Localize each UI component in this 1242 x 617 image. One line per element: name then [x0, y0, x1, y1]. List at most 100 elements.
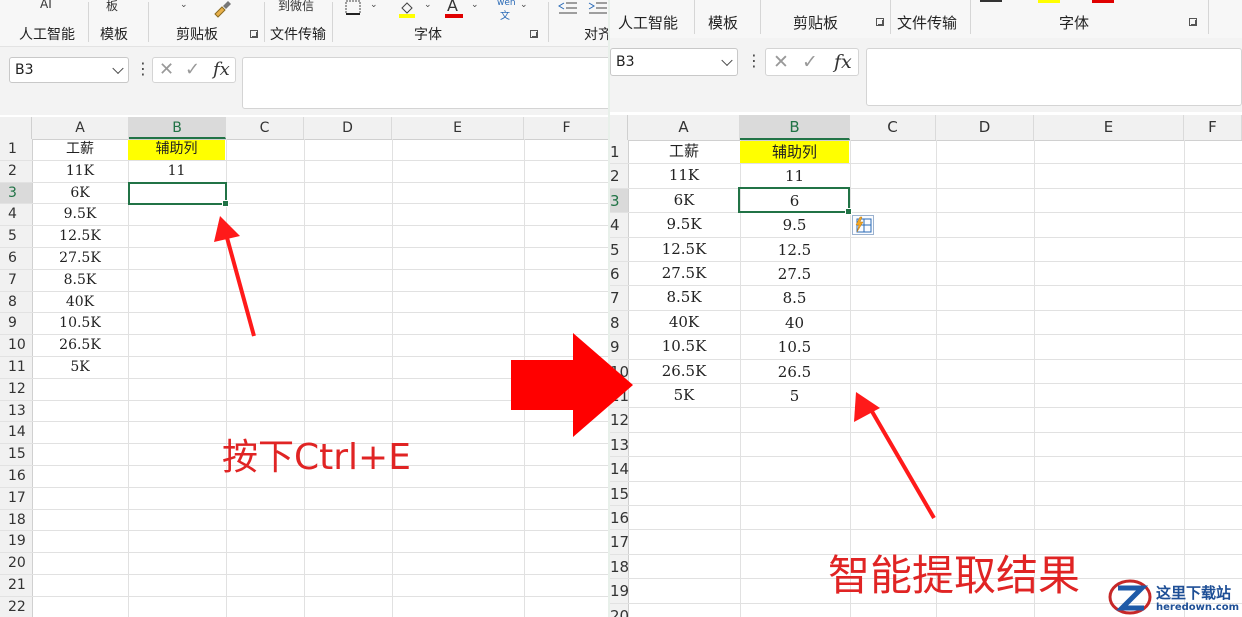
font-color-icon[interactable]: A: [447, 0, 458, 15]
group-font[interactable]: 字体: [414, 24, 442, 44]
cell-b10[interactable]: 26.5: [740, 361, 849, 383]
name-box-dropdown-icon[interactable]: [721, 54, 733, 67]
format-painter-icon[interactable]: [212, 0, 234, 18]
cell-a4[interactable]: 9.5K: [32, 204, 128, 225]
dropdown-arrow-icon[interactable]: ⌄: [180, 0, 188, 10]
clipboard-launcher-icon[interactable]: [876, 18, 884, 26]
cell-a6[interactable]: 27.5K: [32, 248, 128, 269]
clipboard-launcher-icon[interactable]: [250, 30, 258, 38]
cell-a10[interactable]: 26.5K: [32, 335, 128, 356]
row-header-11[interactable]: 11: [0, 357, 32, 379]
row-header-21[interactable]: 21: [0, 575, 32, 597]
cell-a7[interactable]: 8.5K: [32, 270, 128, 291]
column-header-f[interactable]: F: [524, 117, 610, 139]
flash-fill-options-icon[interactable]: [852, 215, 874, 235]
group-align[interactable]: 对齐: [584, 24, 610, 44]
row-header-16[interactable]: 16: [610, 506, 629, 531]
group-template[interactable]: 模板: [708, 12, 738, 33]
row-header-19[interactable]: 19: [0, 531, 32, 554]
row-header-14[interactable]: 14: [610, 457, 629, 482]
row-header-8[interactable]: 8: [0, 292, 32, 314]
active-cell-b3[interactable]: [738, 187, 852, 215]
row-header-17[interactable]: 17: [0, 488, 32, 510]
row-header-8[interactable]: 8: [610, 311, 628, 336]
row-header-10[interactable]: 10: [0, 335, 32, 357]
column-header-b[interactable]: B: [740, 115, 850, 140]
fill-handle[interactable]: [222, 200, 229, 207]
header-cell-helper[interactable]: 辅助列: [740, 141, 849, 164]
row-header-12[interactable]: 12: [0, 379, 32, 401]
font-launcher-icon[interactable]: [1189, 18, 1197, 26]
column-header-a[interactable]: A: [628, 115, 740, 140]
cell-a5[interactable]: 12.5K: [628, 238, 740, 261]
group-ai[interactable]: 人工智能: [19, 24, 75, 44]
row-header-5[interactable]: 5: [610, 238, 628, 262]
more-dots-icon[interactable]: ⋮: [746, 51, 762, 70]
row-header-22[interactable]: 22: [0, 597, 32, 617]
row-header-20[interactable]: 20: [610, 604, 629, 617]
cell-b11[interactable]: 5: [740, 385, 849, 407]
column-header-a[interactable]: A: [32, 117, 129, 139]
cell-b9[interactable]: 10.5: [740, 336, 849, 358]
cell-b8[interactable]: 40: [740, 312, 849, 334]
column-header-f[interactable]: F: [1184, 115, 1242, 140]
cell-a3[interactable]: 6K: [32, 183, 128, 204]
name-box[interactable]: B3: [9, 57, 129, 83]
phonetic-dropdown-icon[interactable]: ⌄: [520, 0, 528, 10]
cell-a9[interactable]: 10.5K: [32, 313, 128, 334]
select-all-corner[interactable]: [610, 115, 628, 140]
cell-a8[interactable]: 40K: [32, 292, 128, 313]
column-header-b[interactable]: B: [129, 117, 226, 139]
name-box[interactable]: B3: [610, 48, 738, 76]
cell-a2[interactable]: 11K: [628, 164, 740, 187]
row-header-9[interactable]: 9: [0, 313, 32, 336]
cell-b7[interactable]: 8.5: [740, 287, 849, 309]
row-header-15[interactable]: 15: [0, 444, 32, 466]
cell-a3[interactable]: 6K: [628, 189, 740, 212]
indent-increase-icon[interactable]: [588, 0, 608, 16]
row-header-18[interactable]: 18: [0, 510, 32, 532]
more-dots-icon[interactable]: ⋮: [135, 59, 151, 78]
row-header-7[interactable]: 7: [0, 270, 32, 292]
row-header-17[interactable]: 17: [610, 530, 629, 555]
row-header-1[interactable]: 1: [0, 139, 32, 161]
confirm-entry-icon[interactable]: ✓: [802, 51, 818, 73]
cell-a9[interactable]: 10.5K: [628, 335, 740, 358]
row-header-4[interactable]: 4: [610, 213, 628, 238]
cell-b2[interactable]: 11: [128, 162, 225, 182]
row-header-14[interactable]: 14: [0, 422, 32, 445]
row-header-1[interactable]: 1: [610, 140, 628, 165]
cell-a4[interactable]: 9.5K: [628, 213, 740, 236]
header-cell-salary[interactable]: 工薪: [628, 140, 740, 163]
cell-a8[interactable]: 40K: [628, 311, 740, 334]
formula-input[interactable]: [866, 48, 1242, 106]
cell-a5[interactable]: 12.5K: [32, 226, 128, 247]
row-header-2[interactable]: 2: [0, 161, 32, 183]
cancel-entry-icon[interactable]: ✕: [773, 51, 789, 73]
group-file-transfer[interactable]: 文件传输: [270, 24, 326, 44]
cell-b2[interactable]: 11: [740, 165, 849, 187]
cell-b5[interactable]: 12.5: [740, 239, 849, 261]
fill-handle[interactable]: [845, 208, 852, 215]
group-clipboard[interactable]: 剪贴板: [793, 12, 838, 33]
font-launcher-icon[interactable]: [530, 30, 538, 38]
cell-b4[interactable]: 9.5: [740, 214, 849, 236]
column-header-d[interactable]: D: [304, 117, 392, 139]
row-header-2[interactable]: 2: [610, 164, 628, 189]
row-header-5[interactable]: 5: [0, 226, 32, 248]
cell-b6[interactable]: 27.5: [740, 263, 849, 285]
row-header-15[interactable]: 15: [610, 482, 629, 506]
fill-dropdown-icon[interactable]: ⌄: [424, 0, 432, 10]
formula-input[interactable]: [242, 57, 610, 109]
group-template[interactable]: 模板: [100, 24, 128, 44]
group-ai[interactable]: 人工智能: [618, 12, 678, 33]
active-cell-b3[interactable]: [128, 182, 229, 207]
column-header-e[interactable]: E: [392, 117, 524, 139]
cell-a11[interactable]: 5K: [628, 384, 740, 407]
cell-a7[interactable]: 8.5K: [628, 286, 740, 309]
group-font[interactable]: 字体: [1059, 12, 1089, 33]
name-box-dropdown-icon[interactable]: [112, 62, 124, 75]
cancel-entry-icon[interactable]: ✕: [159, 59, 174, 80]
header-cell-helper[interactable]: 辅助列: [128, 140, 225, 160]
cell-a11[interactable]: 5K: [32, 357, 128, 378]
